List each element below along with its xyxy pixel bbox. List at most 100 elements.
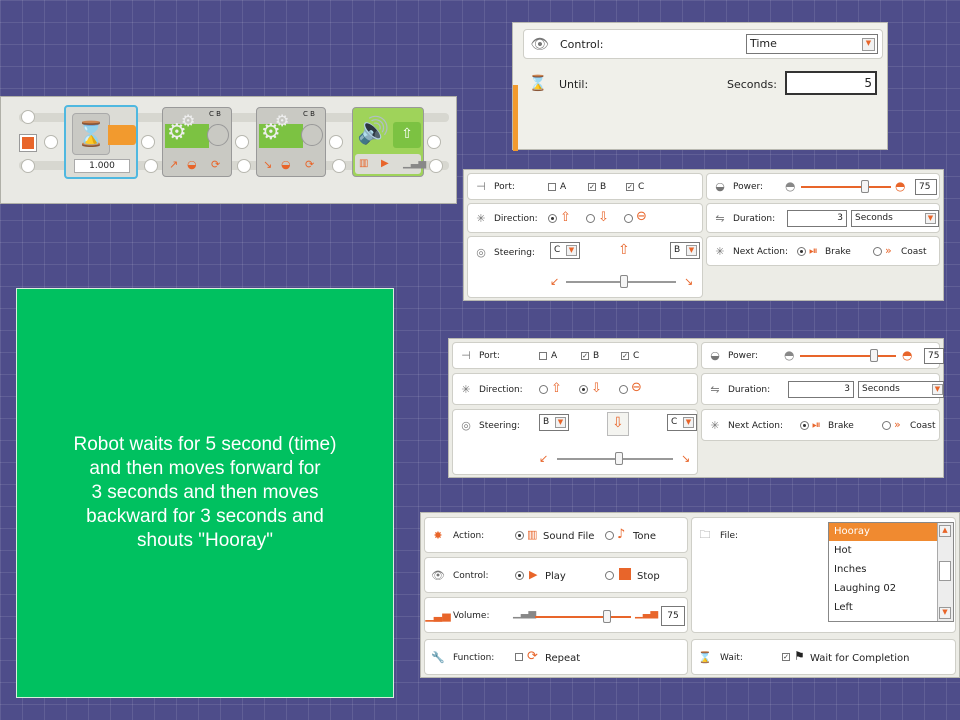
power-slider-thumb[interactable] bbox=[870, 349, 878, 362]
file-item[interactable]: Left bbox=[834, 602, 853, 613]
repeat-label: Repeat bbox=[545, 653, 581, 664]
port-a-checkbox[interactable] bbox=[548, 183, 556, 191]
next-action-label: Next Action: bbox=[733, 247, 789, 257]
duration-unit-value: Seconds bbox=[855, 213, 893, 223]
control-label: Control: bbox=[453, 571, 489, 581]
tone-radio[interactable] bbox=[605, 531, 614, 540]
power-input[interactable]: 75 bbox=[915, 179, 937, 195]
volume-row: ▁▃▅ Volume: ▁▃▅ ▁▃▅ 75 bbox=[424, 597, 688, 633]
chevron-down-icon[interactable]: ▼ bbox=[862, 38, 875, 51]
steer-direction-arrow-icon: ⇩ bbox=[612, 415, 624, 431]
hourglass-icon: ⌛ bbox=[528, 74, 548, 92]
duration-unit-value: Seconds bbox=[862, 384, 900, 394]
steering-left-value: B bbox=[543, 417, 550, 427]
port-c-checkbox[interactable]: ✓ bbox=[621, 352, 629, 360]
backward-arrow-icon: ↘ bbox=[263, 158, 273, 171]
duration-label: Duration: bbox=[733, 214, 776, 224]
wait-block-tab bbox=[108, 125, 136, 145]
steering-label: Steering: bbox=[479, 421, 520, 431]
file-listbox[interactable]: Hooray Hot Inches Laughing 02 Left ▲ ▼ bbox=[828, 522, 954, 622]
file-item[interactable]: Laughing 02 bbox=[834, 583, 896, 594]
duration-row: ⇋ Duration: 3 Seconds ▼ bbox=[701, 373, 944, 405]
duration-icon: ⟳ bbox=[305, 158, 315, 171]
port-bottom-left bbox=[21, 159, 35, 173]
next-action-label: Next Action: bbox=[728, 421, 784, 431]
next-action-row: ✳ Next Action: ⏯ Brake » Coast bbox=[701, 409, 940, 441]
power-slider[interactable] bbox=[801, 186, 891, 188]
chevron-down-icon[interactable]: ▼ bbox=[566, 245, 577, 256]
move-block-backward[interactable]: C B ⚙ ⚙ ↘ ◒ ⟳ bbox=[256, 107, 326, 177]
control-select-value: Time bbox=[750, 37, 777, 50]
scroll-up-icon[interactable]: ▲ bbox=[939, 525, 951, 537]
duration-input[interactable]: 3 bbox=[788, 381, 854, 398]
port-b-checkbox[interactable]: ✓ bbox=[581, 352, 589, 360]
file-item[interactable]: Hot bbox=[834, 545, 852, 556]
file-item-selected[interactable]: Hooray bbox=[829, 523, 937, 541]
start-icon[interactable] bbox=[19, 134, 37, 152]
turn-right-icon: ↘ bbox=[684, 275, 694, 288]
chevron-down-icon[interactable]: ▼ bbox=[555, 417, 566, 428]
coast-icon: » bbox=[885, 244, 892, 257]
power-slider[interactable] bbox=[800, 355, 896, 357]
gear-icon-small: ⚙ bbox=[275, 111, 290, 130]
port-a-label: A bbox=[551, 351, 558, 361]
caption-box: Robot waits for 5 second (time) and then… bbox=[16, 288, 394, 698]
turtle-icon: ◓ bbox=[784, 348, 795, 362]
chevron-down-icon[interactable]: ▼ bbox=[932, 384, 943, 395]
volume-slider[interactable] bbox=[535, 616, 631, 618]
port-a-checkbox[interactable] bbox=[539, 352, 547, 360]
wait-completion-label: Wait for Completion bbox=[810, 653, 910, 664]
gear-icon-small: ⚙ bbox=[181, 111, 196, 130]
brake-radio[interactable] bbox=[797, 247, 806, 256]
play-radio[interactable] bbox=[515, 571, 524, 580]
direction-backward-radio[interactable] bbox=[579, 385, 588, 394]
direction-stop-radio[interactable] bbox=[619, 385, 628, 394]
function-label: Function: bbox=[453, 653, 495, 663]
volume-label: Volume: bbox=[453, 611, 490, 621]
direction-backward-radio[interactable] bbox=[586, 214, 595, 223]
brake-radio[interactable] bbox=[800, 421, 809, 430]
port-b-checkbox[interactable]: ✓ bbox=[588, 183, 596, 191]
coast-label: Coast bbox=[910, 421, 936, 431]
move-block-forward[interactable]: C B ⚙ ⚙ ↗ ◒ ⟳ bbox=[162, 107, 232, 177]
port-c-checkbox[interactable]: ✓ bbox=[626, 183, 634, 191]
direction-stop-radio[interactable] bbox=[624, 214, 633, 223]
duration-icon: ⇋ bbox=[710, 382, 720, 396]
wait-completion-checkbox[interactable]: ✓ bbox=[782, 653, 790, 661]
port-6 bbox=[427, 135, 441, 149]
file-item[interactable]: Inches bbox=[834, 564, 867, 575]
wait-row: ⌛ Wait: ✓ ⚑ Wait for Completion bbox=[691, 639, 956, 675]
steering-right-value: B bbox=[674, 245, 681, 255]
duration-input[interactable]: 3 bbox=[787, 210, 847, 227]
direction-forward-radio[interactable] bbox=[548, 214, 557, 223]
coast-radio[interactable] bbox=[873, 247, 882, 256]
port-row: ⊣ Port: A ✓ B ✓ C bbox=[467, 173, 703, 200]
steering-slider-thumb[interactable] bbox=[615, 452, 623, 465]
stop-label: Stop bbox=[637, 571, 660, 582]
power-slider-thumb[interactable] bbox=[861, 180, 869, 193]
seconds-input[interactable]: 5 bbox=[785, 71, 877, 95]
coast-radio[interactable] bbox=[882, 421, 891, 430]
volume-input[interactable]: 75 bbox=[661, 606, 685, 626]
sound-block[interactable]: 🔊 ⇧ ▥ ▶ ▁▃▅ bbox=[352, 107, 426, 177]
chevron-down-icon[interactable]: ▼ bbox=[686, 245, 697, 256]
wrench-icon: 🔧 bbox=[431, 650, 445, 664]
power-input[interactable]: 75 bbox=[924, 348, 944, 364]
wait-time-block[interactable]: ⌛ 1.000 bbox=[64, 105, 138, 179]
chevron-down-icon[interactable]: ▼ bbox=[925, 213, 936, 224]
volume-slider-thumb[interactable] bbox=[603, 610, 611, 623]
sound-file-radio[interactable] bbox=[515, 531, 524, 540]
control-select[interactable]: Time bbox=[746, 34, 878, 54]
scroll-down-icon[interactable]: ▼ bbox=[939, 607, 951, 619]
port-label: Port: bbox=[479, 351, 500, 361]
steering-slider-thumb[interactable] bbox=[620, 275, 628, 288]
duration-row: ⇋ Duration: 3 Seconds ▼ bbox=[706, 203, 940, 233]
stop-radio[interactable] bbox=[605, 571, 614, 580]
power-gauge-icon: ◒ bbox=[187, 158, 197, 171]
scrollbar-thumb[interactable] bbox=[939, 561, 951, 581]
chevron-down-icon[interactable]: ▼ bbox=[683, 417, 694, 428]
play-icon: ▶ bbox=[529, 568, 538, 581]
direction-forward-radio[interactable] bbox=[539, 385, 548, 394]
repeat-checkbox[interactable] bbox=[515, 653, 523, 661]
caption-line: and then moves forward for bbox=[89, 458, 321, 479]
